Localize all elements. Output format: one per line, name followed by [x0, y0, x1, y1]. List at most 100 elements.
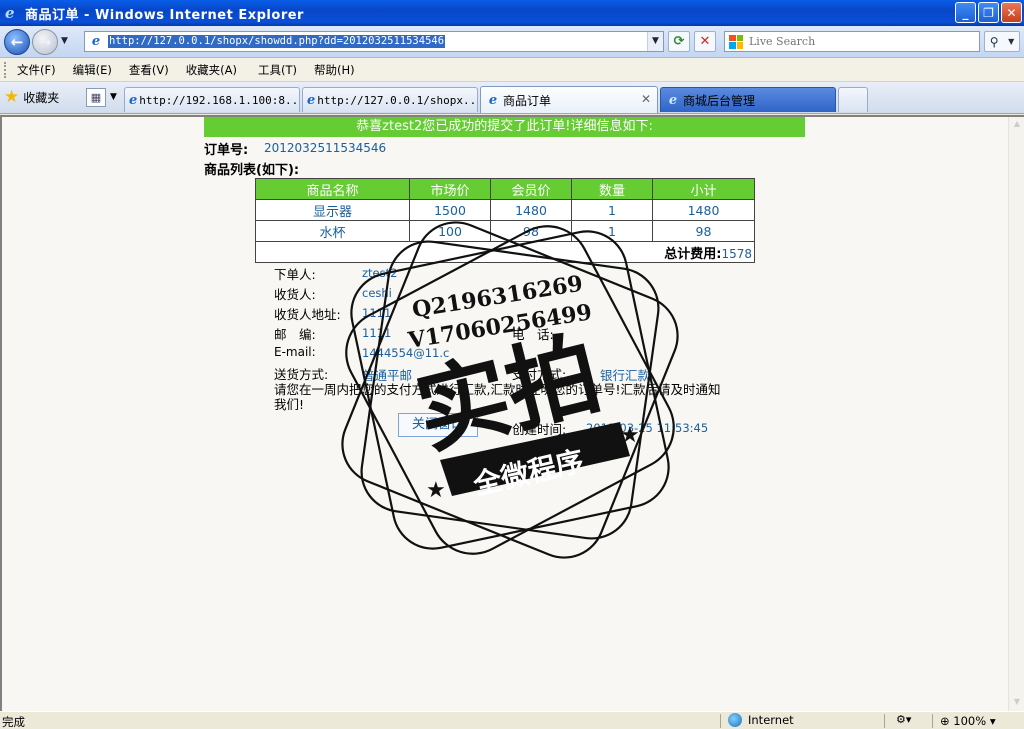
window-controls: _ ❐ ✕: [955, 2, 1022, 23]
total-row: 总计费用:1578: [255, 241, 755, 263]
product-name[interactable]: 显示器: [255, 199, 410, 221]
address-value: 1111: [362, 306, 392, 320]
quantity: 1: [571, 199, 653, 221]
product-name[interactable]: 水杯: [255, 220, 410, 242]
postcode-value: 1111: [362, 326, 392, 340]
star-icon: ★: [4, 87, 20, 107]
menu-bar: 文件(F) 编辑(E) 查看(V) 收藏夹(A) 工具(T) 帮助(H): [0, 58, 1024, 82]
title-bar: e 商品订单 - Windows Internet Explorer _ ❐ ✕: [0, 0, 1024, 26]
menu-view[interactable]: 查看(V): [129, 62, 169, 78]
page-viewport: 恭喜ztest2您已成功的提交了此订单!详细信息如下: 订单号: 2012032…: [0, 115, 1024, 711]
ie-page-icon: e: [129, 92, 138, 108]
ie-logo-icon: e: [5, 4, 15, 22]
tab-bar: ★ 收藏夹 ▦ ▼ e http://192.168.1.100:8... e …: [0, 82, 1024, 114]
email-value: 1444554@11.c: [362, 346, 450, 360]
minimize-button[interactable]: _: [955, 2, 976, 23]
table-row: 显示器 1500 1480 1 1480: [255, 199, 755, 221]
restore-button[interactable]: ❐: [978, 2, 999, 23]
search-button[interactable]: ⚲ ▼: [984, 31, 1020, 52]
success-banner: 恭喜ztest2您已成功的提交了此订单!详细信息如下:: [204, 117, 805, 137]
vertical-scrollbar[interactable]: ▲ ▼: [1008, 117, 1024, 711]
receiver-value: ceshi: [362, 286, 392, 300]
phone-label: 电 话:: [512, 327, 554, 342]
security-zone[interactable]: Internet: [728, 713, 794, 727]
menu-help[interactable]: 帮助(H): [314, 62, 355, 78]
search-input[interactable]: [749, 35, 969, 48]
toolbar-grip[interactable]: [4, 61, 7, 78]
search-box[interactable]: [724, 31, 980, 52]
created-value: 2012-03-25 11:53:45: [586, 421, 709, 435]
col-quantity: 数量: [571, 178, 653, 200]
scroll-up-icon[interactable]: ▲: [1011, 119, 1023, 131]
zoom-level[interactable]: ⊕ 100% ▾: [940, 714, 996, 728]
subtotal: 1480: [652, 199, 755, 221]
tab-127-shopx[interactable]: e http://127.0.0.1/shopx...: [302, 87, 478, 112]
member-price: 98: [490, 220, 572, 242]
scroll-down-icon[interactable]: ▼: [1011, 697, 1023, 709]
tab-list-dropdown-icon[interactable]: ▼: [110, 92, 117, 102]
ie-page-icon: e: [488, 92, 498, 108]
tab-label: 商品订单: [503, 93, 552, 108]
tab-label: http://127.0.0.1/shopx...: [317, 93, 478, 107]
address-bar[interactable]: e http://127.0.0.1/shopx/showdd.php?dd=2…: [84, 31, 664, 52]
menu-edit[interactable]: 编辑(E): [73, 62, 112, 78]
order-number-label: 订单号:: [204, 143, 249, 158]
tab-order[interactable]: e 商品订单 ✕: [480, 86, 658, 113]
zoom-value: 100%: [953, 714, 987, 728]
market-price: 1500: [409, 199, 491, 221]
forward-button[interactable]: →: [32, 29, 58, 55]
tab-192-168[interactable]: e http://192.168.1.100:8...: [124, 87, 300, 112]
total-cell: 总计费用:1578: [255, 241, 755, 263]
new-tab-button[interactable]: [838, 87, 868, 112]
close-window-button[interactable]: ✕: [1001, 2, 1022, 23]
live-search-logo-icon: [729, 34, 743, 49]
refresh-button[interactable]: ⟳: [668, 31, 690, 52]
favorites-label: 收藏夹: [23, 90, 60, 105]
col-market-price: 市场价: [409, 178, 491, 200]
product-list-title: 商品列表(如下):: [204, 163, 300, 178]
orderer-value: ztest2: [362, 266, 398, 280]
menu-tools[interactable]: 工具(T): [258, 62, 297, 78]
tab-admin[interactable]: e 商城后台管理: [660, 87, 836, 112]
table-row: 水杯 100 98 1 98: [255, 220, 755, 242]
protected-mode-icon[interactable]: ⚙▾: [896, 713, 911, 726]
status-divider: [720, 714, 721, 728]
window-title: 商品订单 - Windows Internet Explorer: [25, 7, 304, 23]
close-window-page-button[interactable]: 关闭窗口: [398, 413, 478, 437]
status-divider: [932, 714, 933, 728]
ie-page-icon: e: [668, 92, 678, 108]
col-subtotal: 小计: [652, 178, 755, 200]
quantity: 1: [571, 220, 653, 242]
email-label: E-mail:: [274, 345, 316, 359]
menu-file[interactable]: 文件(F): [17, 62, 56, 78]
payment-notice: 请您在一周内把您的支付方式进行汇款,汇款时注明您的订单号!汇款后请及时通知我们!: [274, 382, 721, 412]
col-member-price: 会员价: [490, 178, 572, 200]
member-price: 1480: [490, 199, 572, 221]
quick-tabs-icon[interactable]: ▦: [86, 88, 106, 107]
postcode-label: 邮 编:: [274, 327, 316, 342]
payment-label: 支付方式:: [512, 367, 567, 382]
status-text: 完成: [2, 715, 25, 729]
recent-pages-dropdown-icon[interactable]: ▼: [61, 36, 68, 46]
status-divider: [884, 714, 885, 728]
favorites-center-button[interactable]: ★ 收藏夹: [4, 86, 59, 108]
stop-button[interactable]: ✕: [694, 31, 716, 52]
tab-label: 商城后台管理: [683, 93, 756, 108]
created-label: 创建时间:: [512, 422, 567, 437]
close-tab-icon[interactable]: ✕: [641, 92, 651, 106]
zoom-icon: ⊕: [940, 714, 950, 728]
menu-favorites[interactable]: 收藏夹(A): [186, 62, 237, 78]
total-label: 总计费用:: [664, 246, 722, 262]
address-dropdown-icon[interactable]: ▼: [647, 32, 663, 51]
product-table: 商品名称 市场价 会员价 数量 小计 显示器 1500 1480 1 1480 …: [255, 178, 755, 263]
search-icon: ⚲: [989, 34, 999, 49]
receiver-label: 收货人:: [274, 287, 316, 302]
tab-label: http://192.168.1.100:8...: [139, 93, 300, 107]
address-toolbar: ← → ▼ e http://127.0.0.1/shopx/showdd.ph…: [0, 26, 1024, 58]
zone-label: Internet: [748, 713, 794, 727]
back-button[interactable]: ←: [4, 29, 30, 55]
search-options-icon: ▼: [1008, 37, 1015, 46]
ie-page-icon: e: [307, 92, 316, 108]
address-url[interactable]: http://127.0.0.1/shopx/showdd.php?dd=201…: [108, 35, 446, 48]
globe-icon: [728, 713, 742, 727]
